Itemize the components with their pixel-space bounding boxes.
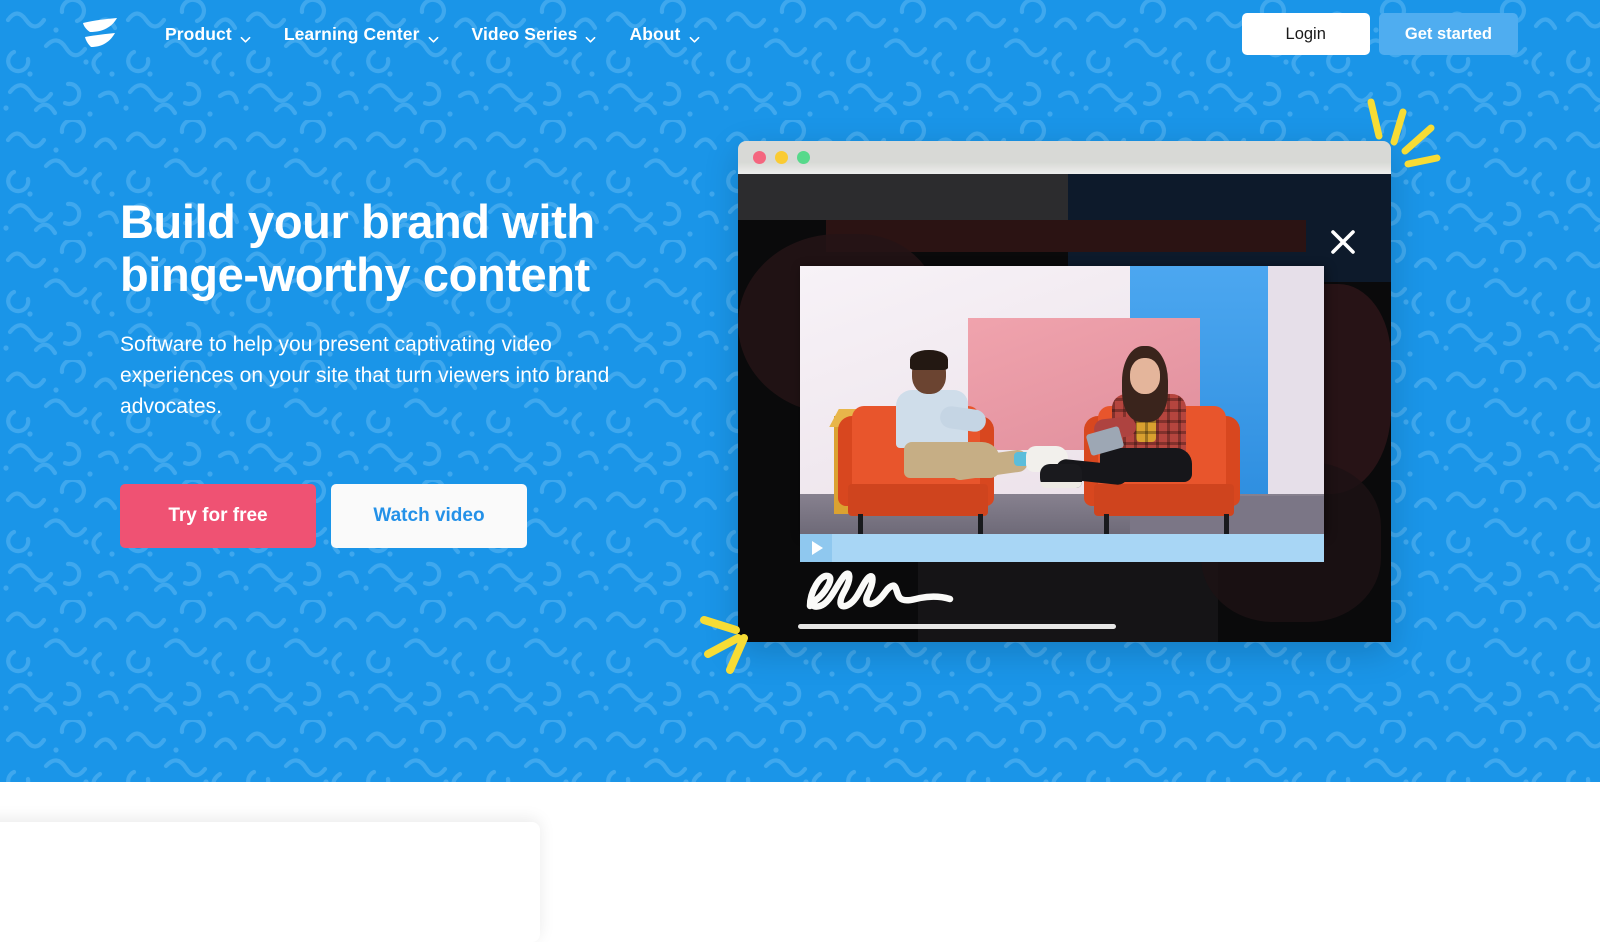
- backdrop-shape: [738, 174, 1068, 220]
- chevron-down-icon: [585, 29, 596, 43]
- login-button[interactable]: Login: [1241, 13, 1370, 55]
- browser-window-mockup: [738, 141, 1391, 642]
- person-right: [1040, 482, 1082, 488]
- nav-links: Product Learning Center Video Series Abo…: [165, 24, 700, 45]
- play-triangle-icon: [812, 541, 823, 555]
- nav-item-video-series-label: Video Series: [471, 23, 578, 44]
- play-button[interactable]: [800, 534, 832, 562]
- nav-item-about-label: About: [629, 23, 681, 44]
- chair-leg: [978, 514, 983, 534]
- watch-video-button[interactable]: Watch video: [331, 484, 527, 549]
- traffic-light-green-icon[interactable]: [797, 151, 810, 164]
- page-content-below-hero: [0, 782, 1600, 942]
- person-left: [910, 350, 948, 370]
- content-card: [0, 822, 540, 942]
- signature-mark: [798, 566, 998, 618]
- yellow-sparkle-icon: [698, 608, 762, 685]
- get-started-button[interactable]: Get started: [1378, 13, 1518, 55]
- video-progress-bar[interactable]: [800, 534, 1324, 562]
- person-right: [1130, 358, 1160, 394]
- nav-item-video-series[interactable]: Video Series: [472, 24, 597, 45]
- nav-item-learning-center[interactable]: Learning Center: [284, 24, 439, 45]
- traffic-light-red-icon[interactable]: [753, 151, 766, 164]
- armchair-left: [848, 484, 988, 516]
- page-title: Build your brand with binge-worthy conte…: [120, 195, 595, 301]
- armchair-right: [1094, 484, 1234, 516]
- close-icon[interactable]: [1329, 228, 1357, 256]
- chair-leg: [858, 514, 863, 534]
- try-for-free-button[interactable]: Try for free: [120, 484, 316, 549]
- nav-item-product-label: Product: [165, 23, 232, 44]
- nav-item-about[interactable]: About: [629, 24, 699, 45]
- nav-actions: Login Get started: [1241, 13, 1518, 55]
- nav-item-learning-center-label: Learning Center: [283, 23, 420, 44]
- chevron-down-icon: [689, 29, 700, 43]
- chair-leg: [1104, 514, 1109, 534]
- yellow-sparkle-icon: [1358, 94, 1442, 175]
- hero-subtitle: Software to help you present captivating…: [120, 333, 610, 419]
- chevron-down-icon: [240, 29, 251, 43]
- signature-underline: [798, 624, 1116, 629]
- wistia-logo[interactable]: [80, 15, 120, 53]
- nav-item-product[interactable]: Product: [165, 24, 251, 45]
- chevron-down-icon: [428, 29, 439, 43]
- window-body: [738, 174, 1391, 642]
- top-navigation: Product Learning Center Video Series Abo…: [0, 0, 1600, 68]
- hero-copy: Build your brand with binge-worthy conte…: [120, 195, 740, 549]
- traffic-light-yellow-icon[interactable]: [775, 151, 788, 164]
- video-thumbnail[interactable]: [800, 266, 1324, 534]
- window-titlebar: [738, 141, 1391, 174]
- hero-cta-row: Try for free Watch video: [120, 484, 740, 549]
- hero-section: Product Learning Center Video Series Abo…: [0, 0, 1600, 782]
- chair-leg: [1224, 514, 1229, 534]
- scene-shape: [1268, 266, 1324, 506]
